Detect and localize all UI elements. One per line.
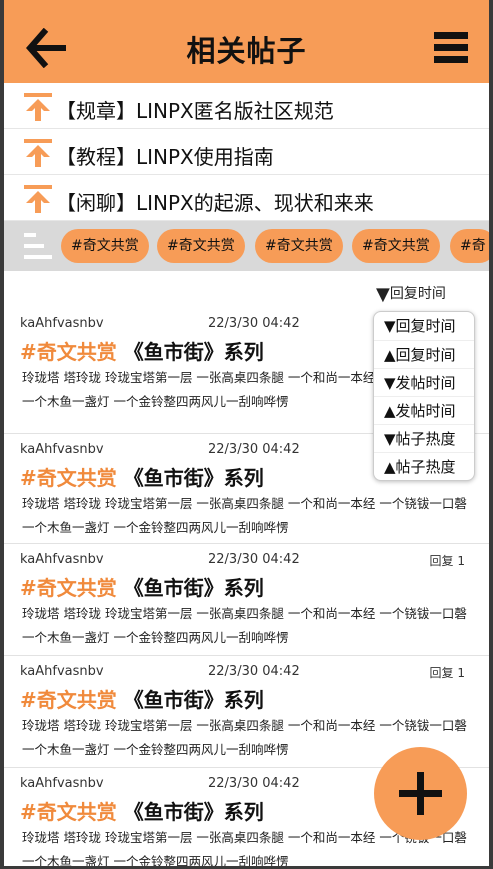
post-date: 22/3/30 04:42	[208, 442, 300, 457]
post-title: #奇文共赏 《鱼市街》系列	[20, 796, 264, 825]
post-replies: 回复 1	[429, 554, 465, 568]
pinned-item-label: 【闲聊】LINPX的起源、现状和来来	[56, 191, 374, 215]
post-author: kaAhfvasnbv	[20, 776, 104, 791]
post-replies: 回复 1	[429, 666, 465, 680]
plus-icon	[399, 772, 442, 815]
tag-chip[interactable]: #奇文共赏	[255, 229, 343, 263]
post-title: #奇文共赏 《鱼市街》系列	[20, 336, 264, 365]
post-excerpt: 玲珑塔 塔玲珑 玲珑宝塔第一层 一张高桌四条腿 一个和尚一本经 一个铙钹一口磬 …	[22, 606, 467, 645]
post-title-text: 《鱼市街》系列	[123, 800, 264, 824]
app-frame: 相关帖子 【规章】LINPX匿名版社区规范 【教程】LINPX使用指南 【闲聊】…	[4, 0, 489, 866]
sort-selector[interactable]: ▼回复时间	[376, 283, 446, 305]
top-bar: 相关帖子	[4, 0, 489, 83]
post-author: kaAhfvasnbv	[20, 664, 104, 679]
pinned-item[interactable]: 【闲聊】LINPX的起源、现状和来来	[4, 175, 489, 221]
tag-chip[interactable]: #奇文共赏	[157, 229, 245, 263]
post-date: 22/3/30 04:42	[208, 664, 300, 679]
new-post-button[interactable]	[374, 747, 467, 840]
sort-option-hot-desc[interactable]: ▼帖子热度	[374, 424, 474, 452]
pinned-list: 【规章】LINPX匿名版社区规范 【教程】LINPX使用指南 【闲聊】LINPX…	[4, 83, 489, 221]
post-tag[interactable]: #奇文共赏	[20, 800, 117, 824]
pinned-item-label: 【规章】LINPX匿名版社区规范	[56, 99, 334, 123]
sort-down-icon: ▼	[376, 284, 390, 305]
post-author: kaAhfvasnbv	[20, 316, 104, 331]
post-author: kaAhfvasnbv	[20, 442, 104, 457]
post-item[interactable]: kaAhfvasnbv 22/3/30 04:42 回复 1 #奇文共赏 《鱼市…	[4, 544, 489, 656]
post-title-text: 《鱼市街》系列	[123, 340, 264, 364]
post-title: #奇文共赏 《鱼市街》系列	[20, 572, 264, 601]
post-date: 22/3/30 04:42	[208, 316, 300, 331]
post-title: #奇文共赏 《鱼市街》系列	[20, 684, 264, 713]
post-date: 22/3/30 04:42	[208, 776, 300, 791]
sort-option-reply-desc[interactable]: ▼回复时间	[374, 312, 474, 340]
menu-icon	[434, 32, 468, 63]
sort-option-post-desc[interactable]: ▼发帖时间	[374, 368, 474, 396]
tag-bar[interactable]: #奇文共赏 #奇文共赏 #奇文共赏 #奇文共赏 #奇	[4, 221, 489, 271]
tag-chip[interactable]: #奇文共赏	[352, 229, 440, 263]
post-tag[interactable]: #奇文共赏	[20, 576, 117, 600]
pinned-item[interactable]: 【规章】LINPX匿名版社区规范	[4, 83, 489, 129]
post-excerpt: 玲珑塔 塔玲珑 玲珑宝塔第一层 一张高桌四条腿 一个和尚一本经 一个铙钹一口磬 …	[22, 496, 467, 535]
tag-list-icon[interactable]	[24, 231, 54, 261]
sort-dropdown: ▼回复时间 ▲回复时间 ▼发帖时间 ▲发帖时间 ▼帖子热度 ▲帖子热度	[373, 311, 475, 481]
post-author: kaAhfvasnbv	[20, 552, 104, 567]
post-title: #奇文共赏 《鱼市街》系列	[20, 462, 264, 491]
page-title: 相关帖子	[186, 34, 307, 68]
post-date: 22/3/30 04:42	[208, 552, 300, 567]
pinned-item[interactable]: 【教程】LINPX使用指南	[4, 129, 489, 175]
post-tag[interactable]: #奇文共赏	[20, 466, 117, 490]
menu-button[interactable]	[432, 30, 472, 66]
tag-chip[interactable]: #奇	[450, 229, 489, 263]
post-tag[interactable]: #奇文共赏	[20, 340, 117, 364]
pin-top-icon	[24, 93, 52, 121]
sort-option-post-asc[interactable]: ▲发帖时间	[374, 396, 474, 424]
sort-option-hot-asc[interactable]: ▲帖子热度	[374, 452, 474, 480]
post-title-text: 《鱼市街》系列	[123, 688, 264, 712]
sort-option-reply-asc[interactable]: ▲回复时间	[374, 340, 474, 368]
post-tag[interactable]: #奇文共赏	[20, 688, 117, 712]
post-title-text: 《鱼市街》系列	[123, 466, 264, 490]
post-title-text: 《鱼市街》系列	[123, 576, 264, 600]
pin-top-icon	[24, 139, 52, 167]
pinned-item-label: 【教程】LINPX使用指南	[56, 145, 274, 169]
pin-top-icon	[24, 185, 52, 213]
tag-chip[interactable]: #奇文共赏	[61, 229, 149, 263]
sort-current-label: 回复时间	[389, 286, 446, 302]
